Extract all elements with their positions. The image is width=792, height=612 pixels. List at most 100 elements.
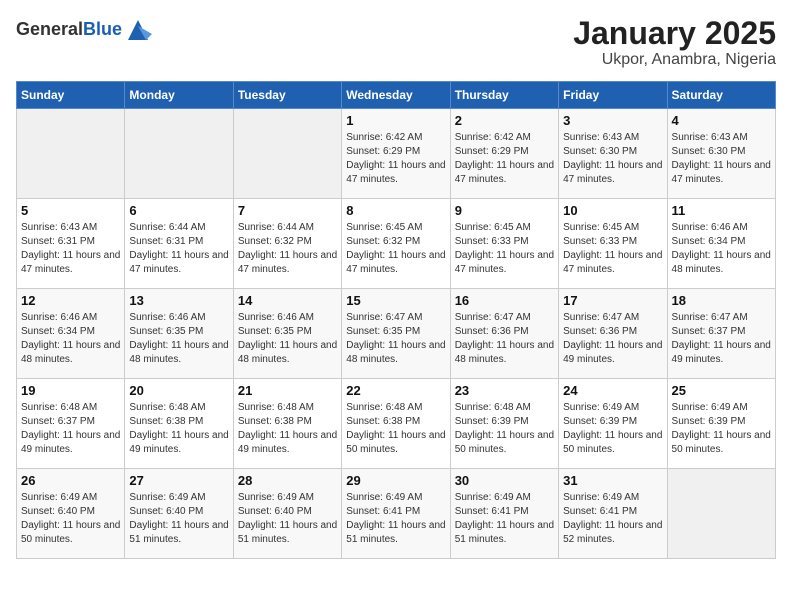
day-info: Sunrise: 6:48 AMSunset: 6:38 PMDaylight:… (238, 401, 337, 457)
calendar-cell: 3 Sunrise: 6:43 AMSunset: 6:30 PMDaylight… (559, 109, 667, 199)
weekday-header: Wednesday (342, 82, 450, 109)
day-number: 21 (238, 383, 337, 398)
calendar-cell (125, 109, 233, 199)
day-number: 3 (563, 113, 662, 128)
logo: GeneralBlue (16, 16, 152, 44)
day-info: Sunrise: 6:47 AMSunset: 6:37 PMDaylight:… (672, 311, 771, 367)
day-number: 7 (238, 203, 337, 218)
calendar-cell: 28 Sunrise: 6:49 AMSunset: 6:40 PMDayligh… (233, 469, 341, 559)
day-number: 20 (129, 383, 228, 398)
logo-blue-text: Blue (83, 19, 122, 39)
day-number: 24 (563, 383, 662, 398)
calendar-cell: 30 Sunrise: 6:49 AMSunset: 6:41 PMDayligh… (450, 469, 558, 559)
calendar-cell: 23 Sunrise: 6:48 AMSunset: 6:39 PMDayligh… (450, 379, 558, 469)
day-info: Sunrise: 6:42 AMSunset: 6:29 PMDaylight:… (455, 131, 554, 187)
day-info: Sunrise: 6:49 AMSunset: 6:41 PMDaylight:… (563, 491, 662, 547)
calendar-cell: 14 Sunrise: 6:46 AMSunset: 6:35 PMDayligh… (233, 289, 341, 379)
logo-general-text: General (16, 19, 83, 39)
day-info: Sunrise: 6:43 AMSunset: 6:30 PMDaylight:… (563, 131, 662, 187)
page-title: January 2025 (573, 16, 776, 51)
day-number: 12 (21, 293, 120, 308)
day-info: Sunrise: 6:44 AMSunset: 6:32 PMDaylight:… (238, 221, 337, 277)
calendar-week-row: 26Sunrise: 6:49 AMSunset: 6:40 PMDayligh… (17, 469, 776, 559)
calendar-cell: 18 Sunrise: 6:47 AMSunset: 6:37 PMDayligh… (667, 289, 775, 379)
calendar-cell: 24 Sunrise: 6:49 AMSunset: 6:39 PMDayligh… (559, 379, 667, 469)
calendar-cell (667, 469, 775, 559)
day-info: Sunrise: 6:49 AMSunset: 6:39 PMDaylight:… (563, 401, 662, 457)
day-info: Sunrise: 6:49 AMSunset: 6:40 PMDaylight:… (21, 491, 120, 547)
calendar-cell: 25 Sunrise: 6:49 AMSunset: 6:39 PMDayligh… (667, 379, 775, 469)
calendar-cell: 1Sunrise: 6:42 AMSunset: 6:29 PMDaylight… (342, 109, 450, 199)
day-info: Sunrise: 6:49 AMSunset: 6:39 PMDaylight:… (672, 401, 771, 457)
calendar-cell: 8Sunrise: 6:45 AMSunset: 6:32 PMDaylight… (342, 199, 450, 289)
day-info: Sunrise: 6:44 AMSunset: 6:31 PMDaylight:… (129, 221, 228, 277)
calendar-cell: 4 Sunrise: 6:43 AMSunset: 6:30 PMDaylight… (667, 109, 775, 199)
day-number: 27 (129, 473, 228, 488)
weekday-header: Friday (559, 82, 667, 109)
day-number: 13 (129, 293, 228, 308)
calendar-table: SundayMondayTuesdayWednesdayThursdayFrid… (16, 81, 776, 559)
calendar-cell: 26Sunrise: 6:49 AMSunset: 6:40 PMDayligh… (17, 469, 125, 559)
calendar-cell: 10 Sunrise: 6:45 AMSunset: 6:33 PMDayligh… (559, 199, 667, 289)
calendar-cell: 2 Sunrise: 6:42 AMSunset: 6:29 PMDaylight… (450, 109, 558, 199)
weekday-header: Monday (125, 82, 233, 109)
calendar-cell: 20 Sunrise: 6:48 AMSunset: 6:38 PMDayligh… (125, 379, 233, 469)
calendar-cell: 27 Sunrise: 6:49 AMSunset: 6:40 PMDayligh… (125, 469, 233, 559)
day-number: 14 (238, 293, 337, 308)
day-info: Sunrise: 6:43 AMSunset: 6:30 PMDaylight:… (672, 131, 771, 187)
day-info: Sunrise: 6:47 AMSunset: 6:35 PMDaylight:… (346, 311, 445, 367)
day-info: Sunrise: 6:47 AMSunset: 6:36 PMDaylight:… (563, 311, 662, 367)
calendar-cell: 29Sunrise: 6:49 AMSunset: 6:41 PMDayligh… (342, 469, 450, 559)
calendar-cell: 19 Sunrise: 6:48 AMSunset: 6:37 PMDayligh… (17, 379, 125, 469)
calendar-cell: 9Sunrise: 6:45 AMSunset: 6:33 PMDaylight… (450, 199, 558, 289)
day-info: Sunrise: 6:46 AMSunset: 6:35 PMDaylight:… (238, 311, 337, 367)
calendar-cell: 12 Sunrise: 6:46 AMSunset: 6:34 PMDayligh… (17, 289, 125, 379)
calendar-week-row: 12 Sunrise: 6:46 AMSunset: 6:34 PMDayligh… (17, 289, 776, 379)
calendar-cell: 5 Sunrise: 6:43 AMSunset: 6:31 PMDaylight… (17, 199, 125, 289)
calendar-cell: 15 Sunrise: 6:47 AMSunset: 6:35 PMDayligh… (342, 289, 450, 379)
day-number: 16 (455, 293, 554, 308)
day-number: 17 (563, 293, 662, 308)
day-number: 4 (672, 113, 771, 128)
day-number: 31 (563, 473, 662, 488)
day-number: 18 (672, 293, 771, 308)
calendar-cell: 11 Sunrise: 6:46 AMSunset: 6:34 PMDayligh… (667, 199, 775, 289)
day-info: Sunrise: 6:45 AMSunset: 6:33 PMDaylight:… (563, 221, 662, 277)
calendar-cell: 13 Sunrise: 6:46 AMSunset: 6:35 PMDayligh… (125, 289, 233, 379)
day-number: 29 (346, 473, 445, 488)
day-info: Sunrise: 6:46 AMSunset: 6:35 PMDaylight:… (129, 311, 228, 367)
day-number: 19 (21, 383, 120, 398)
day-number: 22 (346, 383, 445, 398)
day-number: 25 (672, 383, 771, 398)
day-info: Sunrise: 6:43 AMSunset: 6:31 PMDaylight:… (21, 221, 120, 277)
day-number: 10 (563, 203, 662, 218)
weekday-header: Tuesday (233, 82, 341, 109)
day-info: Sunrise: 6:48 AMSunset: 6:37 PMDaylight:… (21, 401, 120, 457)
day-number: 11 (672, 203, 771, 218)
day-info: Sunrise: 6:48 AMSunset: 6:38 PMDaylight:… (129, 401, 228, 457)
calendar-cell: 21 Sunrise: 6:48 AMSunset: 6:38 PMDayligh… (233, 379, 341, 469)
weekday-header: Saturday (667, 82, 775, 109)
calendar-cell: 16Sunrise: 6:47 AMSunset: 6:36 PMDayligh… (450, 289, 558, 379)
day-number: 15 (346, 293, 445, 308)
day-info: Sunrise: 6:49 AMSunset: 6:40 PMDaylight:… (129, 491, 228, 547)
calendar-cell: 7 Sunrise: 6:44 AMSunset: 6:32 PMDaylight… (233, 199, 341, 289)
day-info: Sunrise: 6:49 AMSunset: 6:41 PMDaylight:… (455, 491, 554, 547)
day-number: 28 (238, 473, 337, 488)
calendar-cell: 31 Sunrise: 6:49 AMSunset: 6:41 PMDayligh… (559, 469, 667, 559)
calendar-header-row: SundayMondayTuesdayWednesdayThursdayFrid… (17, 82, 776, 109)
day-info: Sunrise: 6:46 AMSunset: 6:34 PMDaylight:… (672, 221, 771, 277)
day-info: Sunrise: 6:48 AMSunset: 6:39 PMDaylight:… (455, 401, 554, 457)
calendar-week-row: 19 Sunrise: 6:48 AMSunset: 6:37 PMDayligh… (17, 379, 776, 469)
day-number: 23 (455, 383, 554, 398)
day-number: 8 (346, 203, 445, 218)
day-number: 5 (21, 203, 120, 218)
weekday-header: Sunday (17, 82, 125, 109)
calendar-cell (233, 109, 341, 199)
day-number: 30 (455, 473, 554, 488)
day-info: Sunrise: 6:49 AMSunset: 6:40 PMDaylight:… (238, 491, 337, 547)
calendar-week-row: 5 Sunrise: 6:43 AMSunset: 6:31 PMDaylight… (17, 199, 776, 289)
day-number: 2 (455, 113, 554, 128)
day-info: Sunrise: 6:46 AMSunset: 6:34 PMDaylight:… (21, 311, 120, 367)
day-info: Sunrise: 6:48 AMSunset: 6:38 PMDaylight:… (346, 401, 445, 457)
